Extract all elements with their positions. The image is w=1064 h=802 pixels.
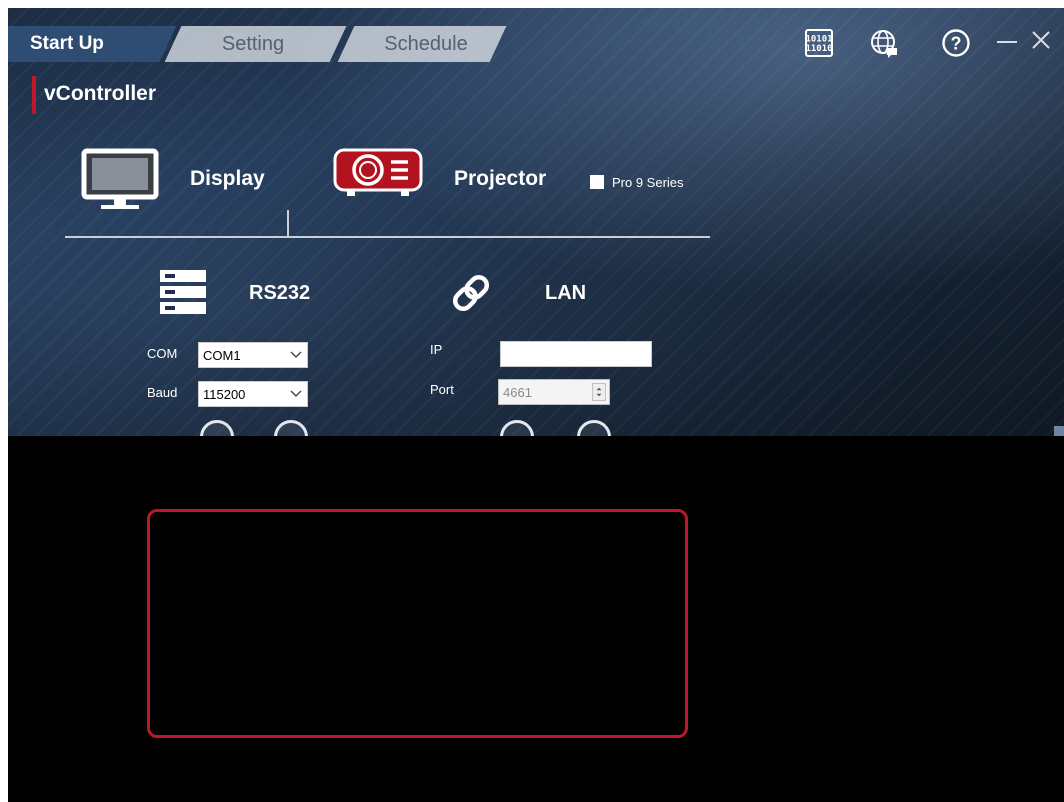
selection-marker [287,210,289,236]
highlight-outline [147,509,688,738]
ip-address-input[interactable] [500,341,652,367]
svg-text:11010: 11010 [805,44,832,54]
display-monitor-icon[interactable] [81,148,159,210]
device-divider [65,236,710,238]
svg-text:10101: 10101 [805,35,832,45]
tab-schedule[interactable]: Schedule [356,26,496,62]
rs232-heading: RS232 [249,282,311,304]
baud-label: Baud [147,385,178,400]
ip-label: IP [430,342,443,357]
tab-setting[interactable]: Setting [188,26,318,62]
port-value: 4661 [503,385,532,400]
lan-connect-button[interactable] [577,420,611,436]
minimize-icon[interactable] [996,34,1018,50]
startup-panel: Start Up Setting Schedule 10101 11010 ? [8,8,1064,436]
lan-search-button[interactable] [500,420,534,436]
svg-text:?: ? [951,34,962,54]
port-label: Port [430,382,454,397]
display-label[interactable]: Display [190,167,265,191]
pro9-series-label[interactable]: Pro 9 Series [612,175,684,190]
com-port-value: COM1 [203,348,241,363]
com-port-select[interactable]: COM1 [198,342,308,368]
background-texture [8,8,1064,436]
rs232-connect-button[interactable] [274,420,308,436]
baud-rate-select[interactable]: 115200 [198,381,308,407]
title-accent-bar [32,76,36,114]
scrollbar-nub[interactable] [1054,426,1064,436]
lan-heading: LAN [545,282,587,304]
projector-icon[interactable] [333,148,423,198]
close-icon[interactable] [1031,30,1051,50]
pro9-series-checkbox[interactable] [590,175,604,189]
chevron-down-icon [290,390,302,397]
spin-arrows-icon[interactable] [592,383,606,401]
binary-icon[interactable]: 10101 11010 [804,28,834,58]
projector-label[interactable]: Projector [454,167,546,191]
rs232-server-icon [160,270,206,314]
globe-icon[interactable] [869,28,899,58]
tab-start-up[interactable]: Start Up [30,26,150,62]
help-icon[interactable]: ? [941,28,971,58]
app-window: Start Up Setting Schedule 10101 11010 ? [8,8,1064,802]
link-chain-icon [452,274,490,312]
com-label: COM [147,346,178,361]
rs232-refresh-button[interactable] [200,420,234,436]
app-title: vController [44,82,157,105]
chevron-down-icon [290,351,302,358]
port-stepper[interactable]: 4661 [498,379,610,405]
baud-rate-value: 115200 [203,387,246,402]
